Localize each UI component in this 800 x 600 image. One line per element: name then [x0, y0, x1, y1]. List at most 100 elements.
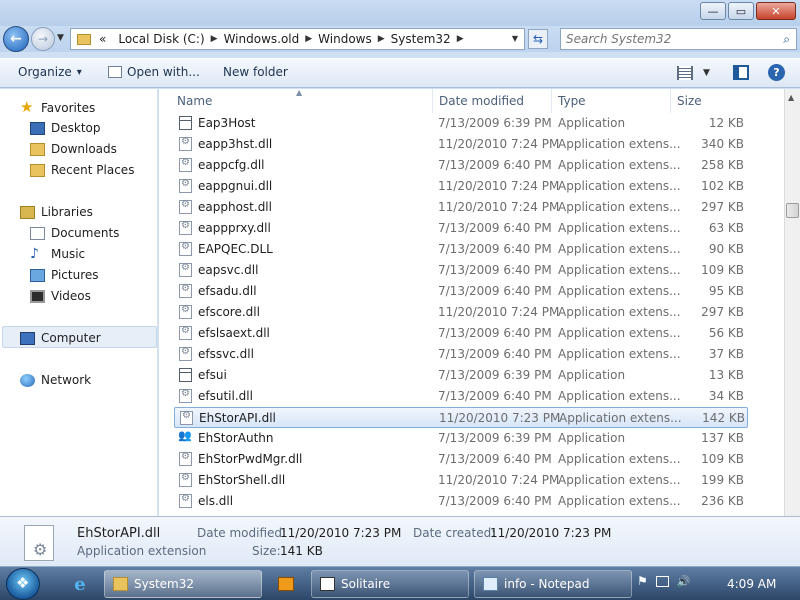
- column-header-name[interactable]: Name: [171, 89, 433, 113]
- file-row[interactable]: EhStorPwdMgr.dll 7/13/2009 6:40 PM Applica…: [174, 449, 748, 470]
- nav-item-favorites[interactable]: ★ Favorites: [20, 100, 95, 115]
- preview-pane-icon[interactable]: [733, 65, 749, 80]
- media-player-icon[interactable]: [274, 572, 298, 596]
- navigation-pane[interactable]: ★ Favorites Desktop Downloads Recent Pla…: [0, 89, 158, 516]
- open-with-label: Open with...: [127, 65, 200, 79]
- details-view-icon[interactable]: [677, 66, 693, 80]
- file-name: EhStorPwdMgr.dll: [198, 452, 303, 466]
- file-row[interactable]: efsadu.dll 7/13/2009 6:40 PM Application e…: [174, 281, 748, 302]
- nav-item-computer[interactable]: Computer: [20, 331, 101, 345]
- file-row[interactable]: efslsaext.dll 7/13/2009 6:40 PM Applicatio…: [174, 323, 748, 344]
- address-row: ← → ▼ « Local Disk (C:) ▶ Windows.old ▶ …: [0, 26, 800, 52]
- column-header-type[interactable]: Type: [552, 89, 671, 113]
- network-status-icon[interactable]: [655, 575, 669, 587]
- file-size: 258 KB: [701, 158, 744, 172]
- nav-item-pictures[interactable]: Pictures: [30, 268, 99, 282]
- dll-file-icon: [179, 325, 192, 340]
- details-created-label: Date created:: [413, 526, 496, 540]
- file-name: els.dll: [198, 494, 234, 508]
- back-button[interactable]: ←: [3, 26, 29, 52]
- open-with-button[interactable]: Open with...: [108, 65, 200, 79]
- chevron-right-icon[interactable]: ▶: [211, 34, 218, 44]
- file-row[interactable]: EhStorShell.dll 11/20/2010 7:24 PMApplica…: [174, 470, 748, 491]
- address-bar[interactable]: « Local Disk (C:) ▶ Windows.old ▶ Window…: [70, 28, 525, 50]
- chevron-right-icon[interactable]: ▶: [378, 34, 385, 44]
- flag-icon[interactable]: ⚑: [637, 574, 648, 588]
- taskbar-item-explorer[interactable]: System32: [104, 570, 262, 598]
- file-row[interactable]: efsui 7/13/2009 6:39 PM Application 13 KB: [174, 365, 748, 386]
- file-size: 95 KB: [708, 284, 744, 298]
- nav-item-desktop[interactable]: Desktop: [30, 121, 101, 135]
- internet-explorer-icon[interactable]: e: [68, 572, 92, 596]
- search-icon[interactable]: ⌕: [783, 32, 790, 47]
- clock[interactable]: 4:09 AM: [727, 577, 776, 591]
- maximize-icon: ▭: [735, 4, 747, 18]
- file-row[interactable]: Eap3Host 7/13/2009 6:39 PM Application 12 K…: [174, 113, 748, 134]
- file-row[interactable]: eapp3hst.dll 11/20/2010 7:24 PMApplicatio…: [174, 134, 748, 155]
- file-list[interactable]: ▲ Name Date modified Type Size Eap3Host 7…: [159, 89, 784, 516]
- column-header-date-modified[interactable]: Date modified: [433, 89, 552, 113]
- file-name: eappcfg.dll: [198, 158, 265, 172]
- file-size: 340 KB: [701, 137, 744, 151]
- address-dropdown-icon[interactable]: ▼: [512, 34, 518, 43]
- file-row[interactable]: els.dll 7/13/2009 6:40 PM Application exte…: [174, 491, 748, 512]
- file-row-selected[interactable]: EhStorAPI.dll 11/20/2010 7:23 PMApplicati…: [174, 407, 748, 428]
- breadcrumb-system32[interactable]: System32: [391, 32, 451, 46]
- breadcrumb-local-disk[interactable]: Local Disk (C:): [118, 32, 204, 46]
- recent-pages-dropdown[interactable]: ▼: [57, 33, 64, 43]
- breadcrumb-windows[interactable]: Windows: [318, 32, 372, 46]
- view-options-dropdown[interactable]: ▼: [703, 68, 710, 78]
- nav-item-libraries[interactable]: Libraries: [20, 205, 93, 219]
- file-row[interactable]: eapphost.dll 11/20/2010 7:24 PMApplicatio…: [174, 197, 748, 218]
- file-row[interactable]: EhStorAuthn 7/13/2009 6:39 PM Application 1…: [174, 428, 748, 449]
- scrollbar-thumb[interactable]: [786, 203, 799, 218]
- file-size: 109 KB: [701, 263, 744, 277]
- minimize-button[interactable]: —: [700, 2, 726, 20]
- nav-item-recent-places[interactable]: Recent Places: [30, 163, 134, 177]
- breadcrumb-overflow[interactable]: «: [99, 32, 106, 46]
- start-button[interactable]: [6, 568, 40, 600]
- nav-item-music[interactable]: ♪ Music: [30, 247, 85, 261]
- chevron-right-icon[interactable]: ▶: [305, 34, 312, 44]
- volume-icon[interactable]: 🔊: [677, 575, 691, 588]
- new-folder-button[interactable]: New folder: [223, 65, 288, 79]
- notification-area: ⚑ 🔊: [637, 574, 690, 588]
- breadcrumb-windows-old[interactable]: Windows.old: [224, 32, 300, 46]
- nav-item-network[interactable]: Network: [20, 373, 91, 387]
- help-icon[interactable]: ?: [768, 64, 785, 81]
- command-bar: Organize ▾ Open with... New folder ▼ ?: [0, 58, 800, 88]
- downloads-icon: [30, 142, 45, 156]
- arrow-left-icon: ←: [10, 31, 22, 47]
- file-row[interactable]: eapsvc.dll 7/13/2009 6:40 PM Application e…: [174, 260, 748, 281]
- file-row[interactable]: efsutil.dll 7/13/2009 6:40 PM Application …: [174, 386, 748, 407]
- file-row[interactable]: eappgnui.dll 11/20/2010 7:24 PMApplicatio…: [174, 176, 748, 197]
- refresh-button[interactable]: ⇆: [528, 29, 548, 49]
- title-bar: — ▭ ✕: [0, 0, 800, 26]
- vertical-scrollbar[interactable]: ▲: [784, 89, 800, 516]
- scroll-up-icon[interactable]: ▲: [788, 93, 794, 102]
- dll-file-icon: [179, 241, 192, 256]
- search-box[interactable]: ⌕: [560, 28, 797, 50]
- taskbar-item-solitaire[interactable]: Solitaire: [311, 570, 469, 598]
- arrow-right-icon: →: [37, 32, 49, 46]
- file-date-modified: 7/13/2009 6:40 PM: [438, 389, 552, 403]
- organize-label: Organize: [18, 65, 72, 79]
- file-row[interactable]: EAPQEC.DLL 7/13/2009 6:40 PM Application e…: [174, 239, 748, 260]
- search-input[interactable]: [561, 29, 766, 49]
- star-icon: ★: [20, 98, 34, 116]
- organize-button[interactable]: Organize ▾: [18, 65, 82, 79]
- file-row[interactable]: eappprxy.dll 7/13/2009 6:40 PM Application…: [174, 218, 748, 239]
- maximize-button[interactable]: ▭: [728, 2, 754, 20]
- file-row[interactable]: eappcfg.dll 7/13/2009 6:40 PM Application …: [174, 155, 748, 176]
- close-button[interactable]: ✕: [756, 2, 796, 20]
- forward-button[interactable]: →: [31, 27, 55, 51]
- file-row[interactable]: efscore.dll 11/20/2010 7:24 PMApplication…: [174, 302, 748, 323]
- nav-item-downloads[interactable]: Downloads: [30, 142, 117, 156]
- column-header-size[interactable]: Size: [671, 89, 751, 113]
- taskbar-item-notepad[interactable]: info - Notepad: [474, 570, 632, 598]
- nav-item-videos[interactable]: Videos: [30, 289, 91, 303]
- details-pane: EhStorAPI.dll Application extension Date…: [0, 516, 800, 566]
- nav-item-documents[interactable]: Documents: [30, 226, 119, 240]
- chevron-right-icon[interactable]: ▶: [457, 34, 464, 44]
- file-row[interactable]: efssvc.dll 7/13/2009 6:40 PM Application e…: [174, 344, 748, 365]
